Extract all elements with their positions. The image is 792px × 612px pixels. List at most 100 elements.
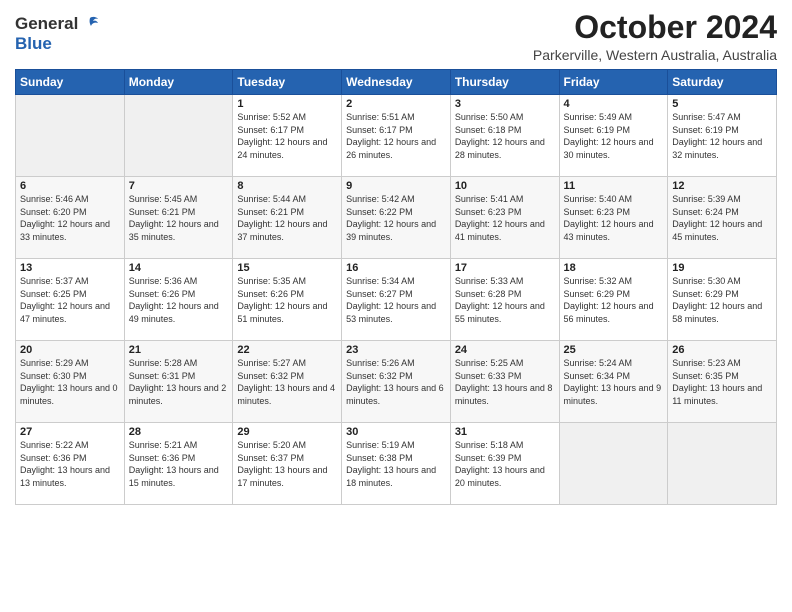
calendar-header-saturday: Saturday [668, 70, 777, 95]
calendar-cell: 22Sunrise: 5:27 AMSunset: 6:32 PMDayligh… [233, 341, 342, 423]
day-info: Sunrise: 5:34 AMSunset: 6:27 PMDaylight:… [346, 275, 446, 325]
calendar-header-tuesday: Tuesday [233, 70, 342, 95]
calendar-cell [124, 95, 233, 177]
calendar-cell: 23Sunrise: 5:26 AMSunset: 6:32 PMDayligh… [342, 341, 451, 423]
calendar-cell: 17Sunrise: 5:33 AMSunset: 6:28 PMDayligh… [450, 259, 559, 341]
calendar-cell: 16Sunrise: 5:34 AMSunset: 6:27 PMDayligh… [342, 259, 451, 341]
calendar-cell: 2Sunrise: 5:51 AMSunset: 6:17 PMDaylight… [342, 95, 451, 177]
day-info: Sunrise: 5:46 AMSunset: 6:20 PMDaylight:… [20, 193, 120, 243]
day-number: 16 [346, 262, 446, 274]
day-number: 20 [20, 344, 120, 356]
calendar-header-wednesday: Wednesday [342, 70, 451, 95]
calendar-cell: 21Sunrise: 5:28 AMSunset: 6:31 PMDayligh… [124, 341, 233, 423]
day-number: 29 [237, 426, 337, 438]
day-info: Sunrise: 5:24 AMSunset: 6:34 PMDaylight:… [564, 357, 664, 407]
logo-general: General [15, 14, 78, 34]
day-number: 28 [129, 426, 229, 438]
day-number: 6 [20, 180, 120, 192]
calendar-cell: 29Sunrise: 5:20 AMSunset: 6:37 PMDayligh… [233, 423, 342, 505]
calendar-header-thursday: Thursday [450, 70, 559, 95]
calendar-cell [668, 423, 777, 505]
calendar-week-2: 13Sunrise: 5:37 AMSunset: 6:25 PMDayligh… [16, 259, 777, 341]
day-info: Sunrise: 5:39 AMSunset: 6:24 PMDaylight:… [672, 193, 772, 243]
day-number: 21 [129, 344, 229, 356]
day-number: 5 [672, 98, 772, 110]
day-info: Sunrise: 5:50 AMSunset: 6:18 PMDaylight:… [455, 111, 555, 161]
calendar: SundayMondayTuesdayWednesdayThursdayFrid… [15, 69, 777, 505]
day-number: 14 [129, 262, 229, 274]
day-number: 10 [455, 180, 555, 192]
calendar-week-3: 20Sunrise: 5:29 AMSunset: 6:30 PMDayligh… [16, 341, 777, 423]
day-info: Sunrise: 5:47 AMSunset: 6:19 PMDaylight:… [672, 111, 772, 161]
calendar-cell: 9Sunrise: 5:42 AMSunset: 6:22 PMDaylight… [342, 177, 451, 259]
day-info: Sunrise: 5:18 AMSunset: 6:39 PMDaylight:… [455, 439, 555, 489]
calendar-cell: 31Sunrise: 5:18 AMSunset: 6:39 PMDayligh… [450, 423, 559, 505]
calendar-cell: 4Sunrise: 5:49 AMSunset: 6:19 PMDaylight… [559, 95, 668, 177]
calendar-header-friday: Friday [559, 70, 668, 95]
day-number: 1 [237, 98, 337, 110]
calendar-cell: 28Sunrise: 5:21 AMSunset: 6:36 PMDayligh… [124, 423, 233, 505]
day-number: 22 [237, 344, 337, 356]
day-number: 12 [672, 180, 772, 192]
day-info: Sunrise: 5:40 AMSunset: 6:23 PMDaylight:… [564, 193, 664, 243]
day-number: 23 [346, 344, 446, 356]
logo: General Blue [15, 10, 100, 54]
day-number: 24 [455, 344, 555, 356]
day-number: 30 [346, 426, 446, 438]
calendar-cell: 12Sunrise: 5:39 AMSunset: 6:24 PMDayligh… [668, 177, 777, 259]
day-info: Sunrise: 5:52 AMSunset: 6:17 PMDaylight:… [237, 111, 337, 161]
calendar-cell: 3Sunrise: 5:50 AMSunset: 6:18 PMDaylight… [450, 95, 559, 177]
day-info: Sunrise: 5:36 AMSunset: 6:26 PMDaylight:… [129, 275, 229, 325]
day-info: Sunrise: 5:51 AMSunset: 6:17 PMDaylight:… [346, 111, 446, 161]
day-number: 7 [129, 180, 229, 192]
day-number: 31 [455, 426, 555, 438]
day-number: 27 [20, 426, 120, 438]
calendar-cell: 15Sunrise: 5:35 AMSunset: 6:26 PMDayligh… [233, 259, 342, 341]
calendar-cell [559, 423, 668, 505]
day-number: 18 [564, 262, 664, 274]
calendar-cell: 14Sunrise: 5:36 AMSunset: 6:26 PMDayligh… [124, 259, 233, 341]
day-info: Sunrise: 5:45 AMSunset: 6:21 PMDaylight:… [129, 193, 229, 243]
calendar-cell: 13Sunrise: 5:37 AMSunset: 6:25 PMDayligh… [16, 259, 125, 341]
day-info: Sunrise: 5:37 AMSunset: 6:25 PMDaylight:… [20, 275, 120, 325]
day-info: Sunrise: 5:20 AMSunset: 6:37 PMDaylight:… [237, 439, 337, 489]
calendar-cell: 10Sunrise: 5:41 AMSunset: 6:23 PMDayligh… [450, 177, 559, 259]
calendar-header-row: SundayMondayTuesdayWednesdayThursdayFrid… [16, 70, 777, 95]
calendar-cell: 11Sunrise: 5:40 AMSunset: 6:23 PMDayligh… [559, 177, 668, 259]
day-number: 19 [672, 262, 772, 274]
day-info: Sunrise: 5:49 AMSunset: 6:19 PMDaylight:… [564, 111, 664, 161]
day-info: Sunrise: 5:27 AMSunset: 6:32 PMDaylight:… [237, 357, 337, 407]
title-area: October 2024 Parkerville, Western Austra… [533, 10, 777, 63]
day-info: Sunrise: 5:19 AMSunset: 6:38 PMDaylight:… [346, 439, 446, 489]
calendar-cell: 8Sunrise: 5:44 AMSunset: 6:21 PMDaylight… [233, 177, 342, 259]
day-number: 3 [455, 98, 555, 110]
day-info: Sunrise: 5:44 AMSunset: 6:21 PMDaylight:… [237, 193, 337, 243]
day-info: Sunrise: 5:35 AMSunset: 6:26 PMDaylight:… [237, 275, 337, 325]
calendar-week-1: 6Sunrise: 5:46 AMSunset: 6:20 PMDaylight… [16, 177, 777, 259]
calendar-cell: 6Sunrise: 5:46 AMSunset: 6:20 PMDaylight… [16, 177, 125, 259]
day-number: 11 [564, 180, 664, 192]
calendar-week-4: 27Sunrise: 5:22 AMSunset: 6:36 PMDayligh… [16, 423, 777, 505]
day-info: Sunrise: 5:28 AMSunset: 6:31 PMDaylight:… [129, 357, 229, 407]
day-number: 13 [20, 262, 120, 274]
calendar-cell: 1Sunrise: 5:52 AMSunset: 6:17 PMDaylight… [233, 95, 342, 177]
day-info: Sunrise: 5:33 AMSunset: 6:28 PMDaylight:… [455, 275, 555, 325]
calendar-cell: 26Sunrise: 5:23 AMSunset: 6:35 PMDayligh… [668, 341, 777, 423]
day-number: 9 [346, 180, 446, 192]
day-number: 26 [672, 344, 772, 356]
day-info: Sunrise: 5:22 AMSunset: 6:36 PMDaylight:… [20, 439, 120, 489]
logo-bird-icon [80, 14, 100, 34]
day-number: 8 [237, 180, 337, 192]
day-info: Sunrise: 5:25 AMSunset: 6:33 PMDaylight:… [455, 357, 555, 407]
logo-blue: Blue [15, 34, 52, 53]
day-info: Sunrise: 5:23 AMSunset: 6:35 PMDaylight:… [672, 357, 772, 407]
day-info: Sunrise: 5:42 AMSunset: 6:22 PMDaylight:… [346, 193, 446, 243]
header: General Blue October 2024 Parkerville, W… [15, 10, 777, 63]
calendar-cell: 7Sunrise: 5:45 AMSunset: 6:21 PMDaylight… [124, 177, 233, 259]
day-info: Sunrise: 5:29 AMSunset: 6:30 PMDaylight:… [20, 357, 120, 407]
day-number: 2 [346, 98, 446, 110]
day-number: 25 [564, 344, 664, 356]
calendar-cell: 20Sunrise: 5:29 AMSunset: 6:30 PMDayligh… [16, 341, 125, 423]
calendar-cell: 30Sunrise: 5:19 AMSunset: 6:38 PMDayligh… [342, 423, 451, 505]
calendar-cell: 19Sunrise: 5:30 AMSunset: 6:29 PMDayligh… [668, 259, 777, 341]
